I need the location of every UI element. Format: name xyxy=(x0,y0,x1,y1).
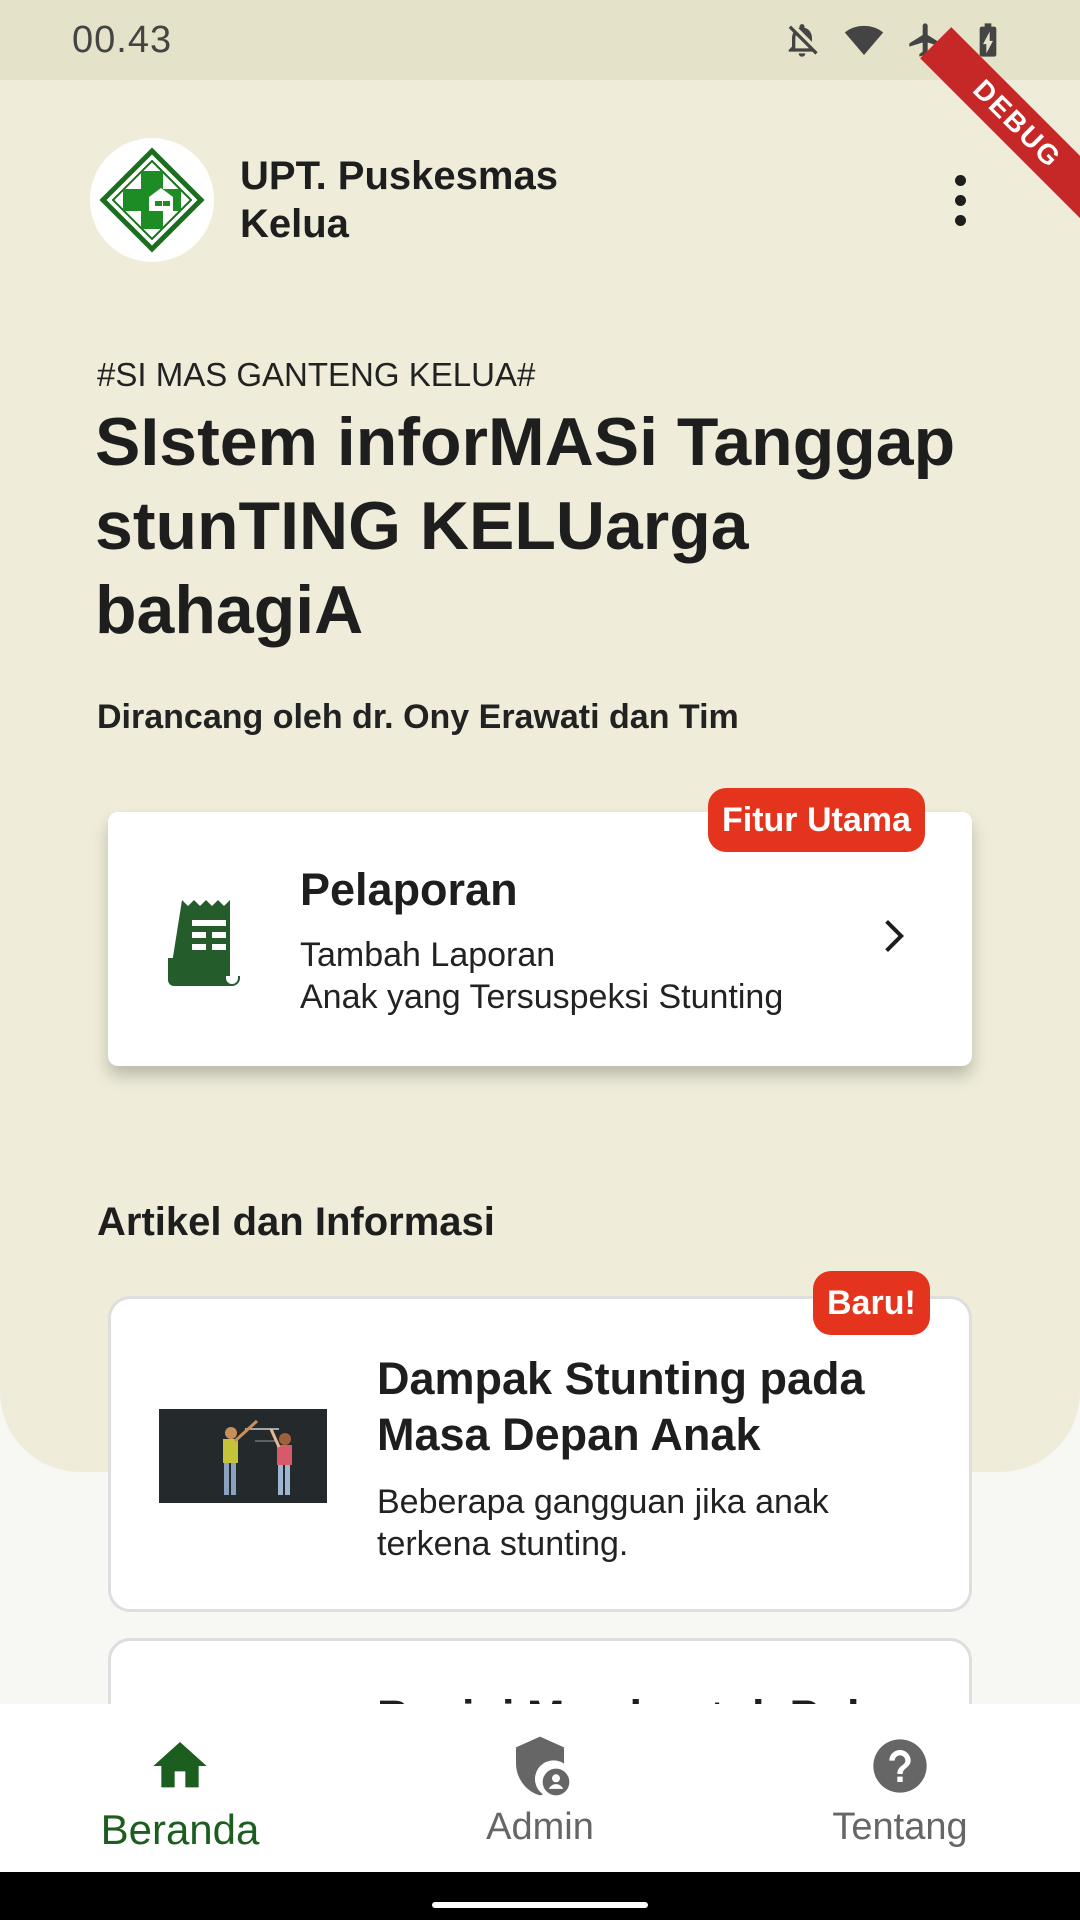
nav-item-admin[interactable]: Admin xyxy=(360,1704,720,1872)
gesture-handle[interactable] xyxy=(432,1902,648,1908)
status-bar: 00.43 xyxy=(0,0,1080,80)
article-title: Dampak Stunting pada Masa Depan Anak xyxy=(377,1353,865,1460)
nav-label-admin: Admin xyxy=(486,1806,594,1848)
report-title: Pelaporan xyxy=(300,864,518,915)
more-options-button[interactable] xyxy=(930,160,990,240)
wifi-icon xyxy=(844,25,884,55)
bottom-navigation: Beranda Admin Tentang xyxy=(0,1704,1080,1872)
app-title: UPT. Puskesmas Kelua xyxy=(240,154,558,246)
nav-label-tentang: Tentang xyxy=(832,1806,968,1848)
receipt-icon xyxy=(168,900,240,986)
report-subtitle-line1: Tambah Laporan xyxy=(300,936,556,974)
articles-section-title: Artikel dan Informasi xyxy=(97,1200,495,1244)
help-icon xyxy=(873,1739,927,1793)
credit-text: Dirancang oleh dr. Ony Erawati dan Tim xyxy=(97,698,739,736)
nav-item-tentang[interactable]: Tentang xyxy=(720,1704,1080,1872)
chevron-right-icon xyxy=(885,920,904,952)
page-headline: SIstem inforMASi Tanggap stunTING KELUar… xyxy=(95,404,956,648)
nav-label-beranda: Beranda xyxy=(100,1806,260,1853)
article-card[interactable]: Dampak Stunting pada Masa Depan Anak Beb… xyxy=(108,1296,972,1612)
report-subtitle-line2: Anak yang Tersuspeksi Stunting xyxy=(300,978,784,1016)
puskesmas-logo xyxy=(90,138,214,262)
app-bar: UPT. Puskesmas Kelua xyxy=(90,138,990,262)
status-time: 00.43 xyxy=(72,18,173,61)
article-description: Beberapa gangguan jika anak terkena stun… xyxy=(377,1483,829,1563)
home-icon xyxy=(153,1742,207,1788)
notifications-off-icon xyxy=(788,24,818,57)
tagline: #SI MAS GANTENG KELUA# xyxy=(97,356,536,393)
nav-item-beranda[interactable]: Beranda xyxy=(0,1704,360,1872)
report-subtitle: Tambah Laporan Anak yang Tersuspeksi Stu… xyxy=(300,934,783,1018)
new-badge: Baru! xyxy=(813,1271,930,1335)
system-navigation-bar xyxy=(0,1872,1080,1920)
featured-badge: Fitur Utama xyxy=(708,788,925,852)
hero-background xyxy=(0,80,1080,1472)
article-thumbnail xyxy=(159,1409,327,1503)
admin-shield-icon xyxy=(516,1736,570,1796)
